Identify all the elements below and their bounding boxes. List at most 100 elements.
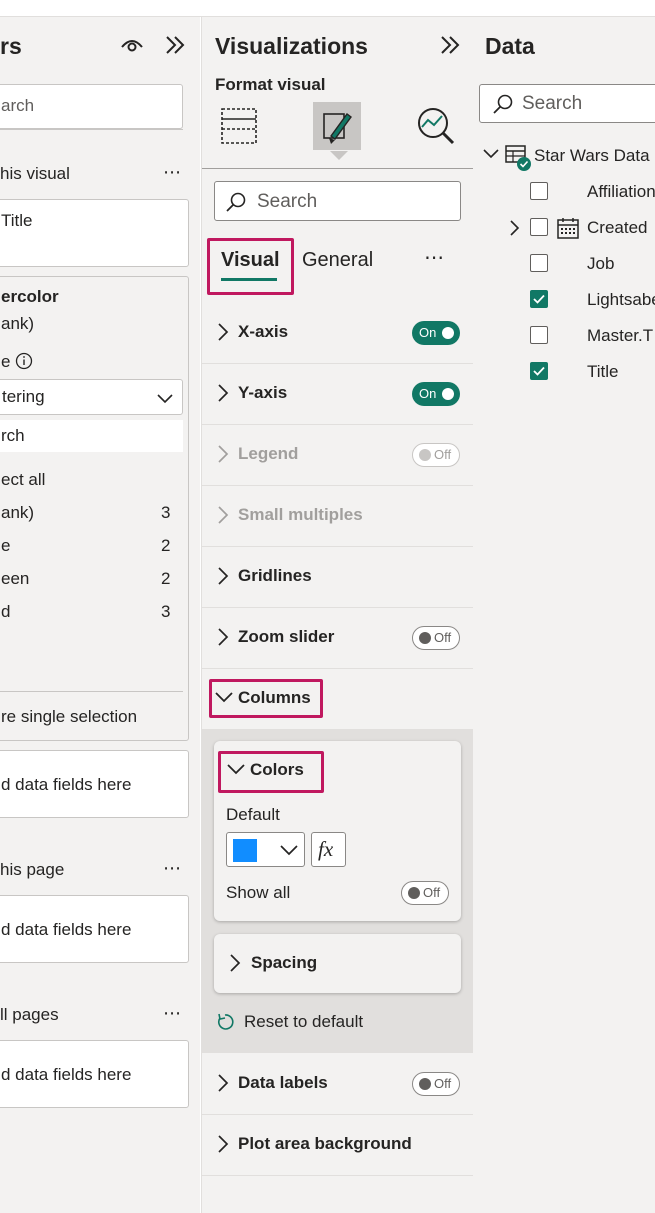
field-row[interactable]: Lightsaber [473, 288, 655, 318]
filter-item-count: 3 [161, 602, 171, 621]
format-visual-tab[interactable] [313, 102, 361, 150]
hair-color-filter-card[interactable]: ercolor ank) e tering rch ect all ank) 3… [0, 276, 189, 741]
field-row[interactable]: Affiliation [473, 180, 655, 210]
filter-item-label[interactable]: een [1, 569, 29, 589]
format-search-input[interactable]: Search [214, 181, 461, 221]
build-visual-icon[interactable] [220, 105, 258, 150]
reset-label: Reset to default [244, 1012, 364, 1031]
filter-search-placeholder: rch [1, 426, 25, 445]
active-tab-pointer [330, 151, 348, 160]
chevron-right-icon [228, 953, 242, 978]
filters-search-input[interactable]: arch [0, 84, 183, 129]
field-row[interactable]: Job [473, 252, 655, 282]
paintbrush-icon [323, 113, 352, 144]
chevron-right-icon [216, 322, 230, 347]
field-row[interactable]: Created [473, 216, 655, 246]
x-axis-toggle[interactable]: On [412, 321, 460, 345]
collapse-pane-icon[interactable] [439, 34, 463, 61]
chevron-right-icon [216, 1073, 230, 1098]
highlight-box [218, 751, 324, 793]
more-options-icon[interactable]: ⋯ [163, 858, 181, 879]
filter-item-count: 2 [161, 569, 171, 588]
section-plot-area-background[interactable]: Plot area background [202, 1115, 473, 1176]
filter-search-input[interactable]: rch [0, 420, 183, 452]
data-labels-toggle[interactable]: Off [412, 1072, 460, 1096]
section-label: Small multiples [238, 505, 363, 524]
table-icon [505, 144, 531, 179]
add-fields-visual-text: d data fields here [1, 775, 132, 794]
top-bar [0, 0, 655, 17]
field-checkbox[interactable] [530, 326, 548, 344]
field-checkbox[interactable] [530, 218, 548, 236]
chevron-down-icon [279, 842, 299, 863]
show-all-label: Show all [226, 883, 291, 902]
chevron-down-icon [156, 389, 174, 412]
toggle-label: Off [434, 447, 452, 462]
section-y-axis[interactable]: Y-axis On [202, 364, 473, 425]
toggle-knob [442, 388, 454, 400]
add-fields-visual-well[interactable]: d data fields here [0, 750, 189, 818]
chevron-right-icon [216, 566, 230, 591]
filter-item-label[interactable]: ank) [1, 503, 34, 523]
require-single-selection-toggle[interactable]: re single selection [1, 707, 137, 727]
section-label: Plot area background [238, 1134, 412, 1153]
info-icon [15, 352, 33, 375]
field-label: Master.T [587, 326, 654, 345]
field-label: Lightsaber [587, 290, 655, 309]
y-axis-toggle[interactable]: On [412, 382, 460, 406]
tab-general[interactable]: General [302, 249, 373, 272]
visualizations-title: Visualizations [215, 33, 368, 59]
section-legend: Legend Off [202, 425, 473, 486]
fx-icon: fx [318, 837, 334, 861]
filter-type-value: tering [2, 387, 45, 406]
highlight-box [209, 679, 323, 718]
add-fields-page-well[interactable]: d data fields here [0, 895, 189, 963]
filter-item-count: 3 [161, 503, 171, 522]
field-row[interactable]: Master.T [473, 324, 655, 354]
section-x-axis[interactable]: X-axis On [202, 303, 473, 364]
color-picker[interactable] [226, 832, 305, 867]
show-all-toggle[interactable]: Off [401, 881, 449, 905]
title-filter-card[interactable]: Title [0, 199, 189, 267]
section-data-labels[interactable]: Data labels Off [202, 1054, 473, 1115]
conditional-format-button[interactable]: fx [311, 832, 346, 867]
toggle-knob [408, 887, 420, 899]
more-options-icon[interactable]: ⋯ [424, 245, 444, 270]
filters-pane: rs arch his visual ⋯ Title ercolor ank) … [0, 17, 200, 1213]
section-label: Gridlines [238, 566, 312, 585]
toggle-knob [419, 449, 431, 461]
filter-type-dropdown[interactable]: tering [0, 379, 183, 415]
field-checkbox[interactable] [530, 254, 548, 272]
field-checkbox-checked[interactable] [530, 362, 548, 380]
table-name: Star Wars Data [534, 146, 650, 165]
select-all-option[interactable]: ect all [1, 470, 45, 490]
add-fields-all-well[interactable]: d data fields here [0, 1040, 189, 1108]
filter-item-label[interactable]: d [1, 602, 10, 622]
default-color-label: Default [226, 805, 280, 824]
zoom-slider-toggle[interactable]: Off [412, 626, 460, 650]
analytics-icon[interactable] [415, 105, 457, 152]
table-row-star-wars-data[interactable]: Star Wars Data [473, 143, 655, 175]
section-gridlines[interactable]: Gridlines [202, 547, 473, 608]
more-options-icon[interactable]: ⋯ [163, 162, 181, 183]
add-fields-page-text: d data fields here [1, 920, 132, 939]
filters-title: rs [0, 33, 22, 59]
spacing-card[interactable]: Spacing [214, 934, 461, 993]
add-fields-all-text: d data fields here [1, 1065, 132, 1084]
collapse-pane-icon[interactable] [164, 34, 188, 61]
data-search-input[interactable]: Search [479, 84, 655, 123]
section-label: Y-axis [238, 383, 288, 402]
more-options-icon[interactable]: ⋯ [163, 1003, 181, 1024]
field-checkbox[interactable] [530, 182, 548, 200]
filter-item-label[interactable]: e [1, 536, 10, 556]
toggle-knob [419, 1078, 431, 1090]
field-checkbox-checked[interactable] [530, 290, 548, 308]
field-row[interactable]: Title [473, 360, 655, 390]
chevron-right-icon[interactable] [509, 219, 521, 242]
section-zoom-slider[interactable]: Zoom slider Off [202, 608, 473, 669]
highlight-box [207, 238, 294, 295]
eye-icon[interactable] [120, 35, 144, 60]
divider [202, 168, 473, 169]
search-icon [492, 93, 514, 120]
field-label: Affiliation [587, 182, 655, 201]
